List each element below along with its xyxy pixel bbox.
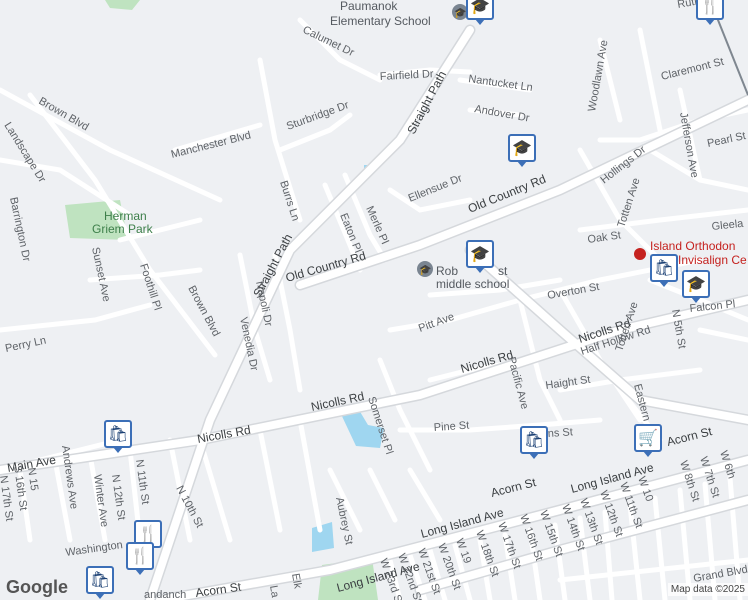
robert-frost-label-line2: middle school — [436, 277, 509, 291]
label-oak-st: Oak St — [587, 229, 622, 246]
school-icon: 🎓 — [686, 276, 706, 293]
shopping-marker[interactable]: 🛍 — [520, 426, 548, 459]
label-elk: Elk — [289, 572, 304, 590]
map-attribution[interactable]: Map data ©2025 — [667, 583, 748, 596]
herman-park-label-line1: Herman — [104, 209, 147, 223]
island-ortho-label-line2: Invisalign Ce — [678, 253, 747, 267]
grocery-marker[interactable]: 🛒 — [634, 424, 662, 457]
paumanok-label-line1: Paumanok — [340, 0, 398, 13]
shopping-marker[interactable]: 🛍 — [104, 420, 132, 453]
label-foothill-pl: Foothill Pl — [137, 262, 163, 312]
restaurant-marker[interactable]: 🍴 — [696, 0, 724, 25]
label-sunset-ave: Sunset Ave — [89, 246, 112, 303]
label-n-17th-st: N 17th St — [0, 475, 15, 522]
school-icon: 🎓 — [470, 0, 490, 15]
shopping-cart-icon: 🛒 — [638, 430, 658, 447]
school-icon: 🎓 — [454, 7, 466, 19]
shopping-bag-icon: 🛍 — [89, 572, 111, 589]
paumanok-label-line2: Elementary School — [330, 14, 431, 28]
label-sturbridge-dr: Sturbridge Dr — [285, 99, 351, 133]
label-n-12th-st: N 12th St — [109, 474, 127, 521]
school-marker[interactable]: 🎓 — [682, 270, 710, 303]
label-randanch: andanch — [144, 589, 186, 600]
shopping-marker[interactable]: 🛍 — [86, 566, 114, 599]
label-claremont-st: Claremont St — [660, 56, 725, 83]
label-perry-ln: Perry Ln — [4, 335, 47, 355]
map-layer: Old Country Rd Old Country Rd Nicolls Rd… — [0, 0, 748, 600]
label-winter-ave: Winter Ave — [91, 474, 110, 528]
label-acorn-st-west: Acorn St — [194, 580, 242, 600]
label-la: La — [267, 584, 281, 599]
google-logo: Google — [6, 577, 68, 597]
label-acorn-st-mid: Acorn St — [489, 475, 538, 500]
label-burrs-ln: Burrs Ln — [277, 179, 301, 222]
school-marker[interactable]: 🎓 — [508, 134, 536, 167]
label-eaton-pl: Eaton Pl — [337, 212, 364, 255]
label-fairfield-dr: Fairfield Dr — [380, 68, 435, 83]
shopping-bag-icon: 🛍 — [107, 426, 129, 443]
label-gleela: Gleela — [711, 218, 745, 233]
label-washington: Washington — [65, 539, 124, 559]
label-nantucket-ln: Nantucket Ln — [468, 73, 534, 94]
restaurant-icon: 🍴 — [700, 0, 720, 15]
label-andover-dr: Andover Dr — [473, 103, 530, 125]
school-icon: 🎓 — [512, 140, 532, 157]
island-ortho-label-line1: Island Orthodon — [650, 239, 735, 253]
label-aubrey-st: Aubrey St — [333, 496, 355, 546]
park-area — [105, 0, 140, 10]
label-n-15: N 15 — [25, 467, 40, 492]
school-marker[interactable]: 🎓 — [466, 0, 494, 25]
shopping-bag-icon: 🛍 — [523, 432, 545, 449]
label-acorn-st-east: Acorn St — [665, 424, 714, 449]
dentist-poi-dot[interactable] — [634, 248, 646, 260]
restaurant-marker[interactable]: 🍴 — [126, 542, 154, 575]
shopping-marker[interactable]: 🛍 — [650, 254, 678, 287]
map-canvas[interactable]: Old Country Rd Old Country Rd Nicolls Rd… — [0, 0, 748, 600]
restaurant-icon: 🍴 — [130, 548, 150, 565]
robert-frost-label-a: Rob — [436, 264, 458, 278]
label-manchester-blvd: Manchester Blvd — [170, 129, 252, 160]
label-pitt-ave: Pitt Ave — [417, 311, 456, 335]
herman-park-label-line2: Griem Park — [92, 222, 154, 236]
label-ellensue-dr: Ellensue Dr — [407, 172, 465, 205]
label-pine-st: Pine St — [433, 420, 469, 434]
school-icon: 🎓 — [419, 264, 431, 276]
restaurant-icon: 🍴 — [138, 526, 158, 543]
street-labels: Old Country Rd Old Country Rd Nicolls Rd… — [0, 0, 748, 600]
label-barrington-dr: Barrington Dr — [7, 196, 32, 263]
label-ns-st: ns St — [547, 426, 573, 440]
robert-frost-label-b: st — [498, 264, 508, 278]
label-landscape-dr: Landscape Dr — [1, 120, 48, 185]
label-calumet-dr: Calumet Dr — [301, 24, 357, 59]
school-marker[interactable]: 🎓 — [466, 240, 494, 273]
school-icon: 🎓 — [470, 246, 490, 263]
pond — [312, 522, 334, 552]
label-brown-blvd-south: Brown Blvd — [185, 284, 222, 339]
shopping-bag-icon: 🛍 — [653, 260, 675, 277]
label-pearl-st: Pearl St — [706, 130, 747, 150]
